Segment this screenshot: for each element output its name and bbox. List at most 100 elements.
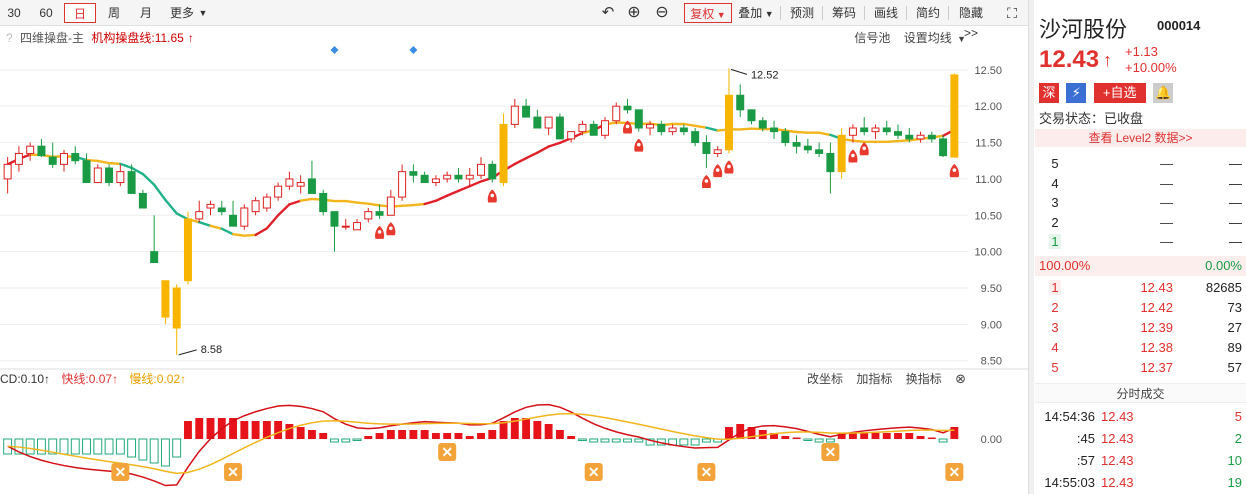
period-60-button[interactable]: 60 xyxy=(34,3,58,23)
trade-status: 交易状态：已收盘 xyxy=(1039,111,1144,126)
candle-body xyxy=(59,152,68,165)
ask-level: 4 xyxy=(1051,175,1059,191)
macd-bar xyxy=(477,433,485,439)
candle-body xyxy=(747,109,756,122)
main-indicator-legend: ? 四维操盘-主 机构操盘线:11.65 ↑ xyxy=(6,29,198,45)
zoom-out-icon[interactable]: ⊖ xyxy=(652,3,672,23)
candle-body xyxy=(93,167,102,184)
ticks-title[interactable]: 分时成交 xyxy=(1035,383,1246,403)
bid-level: 3 xyxy=(1051,320,1059,335)
add-indicator-link[interactable]: 加指标 xyxy=(856,372,892,386)
candle-body xyxy=(781,131,790,144)
macd-bar xyxy=(634,438,644,443)
adjust-rights-button[interactable]: 复权 ▼ xyxy=(684,3,732,23)
macd-bar xyxy=(37,438,46,455)
ask-price: — xyxy=(1160,175,1173,191)
period-month-button[interactable]: 月 xyxy=(134,3,158,23)
ma-settings-link[interactable]: 设置均线 xyxy=(904,31,952,45)
add-watchlist-button[interactable]: +自选 xyxy=(1093,83,1146,103)
macd-bar xyxy=(882,433,891,439)
kline-chart-svg[interactable]: 12.50 12.00 11.50 11.00 10.50 10.00 9.50 9.00 8.… xyxy=(0,26,1028,494)
kline-chart-area[interactable]: 12.50 12.00 11.50 11.00 10.50 10.00 9.50 9.00 8.… xyxy=(0,26,1028,494)
forecast-button[interactable]: 预测 xyxy=(788,3,816,23)
institution-line-segment xyxy=(231,232,246,237)
candle-body xyxy=(195,211,204,220)
candle-body xyxy=(375,211,384,216)
macd-bar xyxy=(916,436,925,439)
ask-row: 3 — — xyxy=(1035,193,1246,213)
tick-volume: 19 xyxy=(1227,475,1242,490)
macd-bar xyxy=(409,430,418,439)
ask-price: — xyxy=(1160,156,1173,171)
institution-line-segment xyxy=(198,220,212,228)
candle-body xyxy=(758,120,767,129)
macd-bar xyxy=(860,433,869,439)
rocket-window xyxy=(952,168,957,172)
candle-body xyxy=(679,127,688,133)
hide-panel-button[interactable]: 隐藏>> xyxy=(952,3,990,40)
candle-body xyxy=(803,145,812,151)
tick-volume: 10 xyxy=(1227,453,1242,468)
macd-slow-line xyxy=(7,412,955,475)
up-arrow-icon: ↑ xyxy=(187,31,194,45)
candle-body xyxy=(533,116,542,129)
divider xyxy=(822,6,823,20)
change-axis-link[interactable]: 改坐标 xyxy=(807,372,843,386)
institution-line-segment xyxy=(513,156,528,166)
fullscreen-icon[interactable]: ⛶ xyxy=(1004,3,1020,23)
help-icon[interactable]: ? xyxy=(6,31,13,45)
more-periods-button[interactable]: 更多 xyxy=(166,3,198,23)
low-marker-line xyxy=(178,349,197,356)
cross-signal-glyph: ✕ xyxy=(114,464,126,480)
level2-link[interactable]: 查看 Level2 数据>> xyxy=(1035,129,1246,147)
undo-icon[interactable]: ↶ xyxy=(598,3,618,23)
macd-bar xyxy=(611,438,621,443)
draw-line-button[interactable]: 画线 xyxy=(872,3,900,23)
bid-volume: 57 xyxy=(1227,360,1242,375)
lightning-icon[interactable]: ⚡ xyxy=(1066,83,1087,103)
panel-collapse-handle[interactable] xyxy=(1028,0,1034,494)
candle-body xyxy=(555,116,564,140)
candle-body xyxy=(465,174,474,180)
candle-body xyxy=(127,171,136,194)
institution-line-segment xyxy=(682,122,697,128)
macd-slow-value: 慢线:0.02 xyxy=(129,372,181,386)
period-day-button[interactable]: 日 xyxy=(64,3,96,23)
candle-body xyxy=(206,203,215,209)
zoom-in-icon[interactable]: ⊕ xyxy=(624,3,644,23)
ask-row: 5 — — xyxy=(1035,154,1246,174)
institution-line-segment xyxy=(107,161,122,166)
simple-mode-button[interactable]: 简约 xyxy=(914,3,942,23)
candle-body xyxy=(736,94,745,111)
period-week-button[interactable]: 周 xyxy=(102,3,126,23)
macd-bar xyxy=(567,436,576,439)
institution-line-segment xyxy=(524,151,539,160)
macd-bar xyxy=(905,433,914,439)
macd-bar xyxy=(792,437,801,439)
period-30-button[interactable]: 30 xyxy=(4,3,24,23)
chevron-down-icon[interactable]: ▼ xyxy=(198,3,208,23)
candle-body xyxy=(274,185,283,198)
candle-body xyxy=(634,109,643,129)
institution-line-segment xyxy=(795,130,810,134)
candle-body xyxy=(522,105,531,118)
low-price-label: 8.58 xyxy=(201,344,222,356)
bell-icon[interactable]: 🔔 xyxy=(1153,83,1174,103)
close-icon[interactable]: ⊗ xyxy=(955,371,966,386)
overlay-button[interactable]: 叠加 ▼ xyxy=(736,3,776,23)
chevron-down-icon[interactable]: ▼ xyxy=(957,34,966,44)
divider xyxy=(864,6,865,20)
bid-volume: 27 xyxy=(1227,320,1242,335)
rocket-window xyxy=(490,193,495,198)
institution-line-segment xyxy=(96,159,111,165)
candle-body xyxy=(420,174,429,184)
institution-line-segment xyxy=(423,199,438,206)
switch-indicator-link[interactable]: 换指标 xyxy=(906,372,942,386)
signal-pool-link[interactable]: 信号池 xyxy=(854,31,890,45)
chips-button[interactable]: 筹码 xyxy=(830,3,858,23)
tick-time: :45 xyxy=(1076,431,1095,446)
ask-level: 2 xyxy=(1051,214,1059,230)
rocket-window xyxy=(715,168,720,172)
indicator-name[interactable]: 四维操盘-主 xyxy=(20,31,84,45)
macd-bar xyxy=(59,438,69,455)
